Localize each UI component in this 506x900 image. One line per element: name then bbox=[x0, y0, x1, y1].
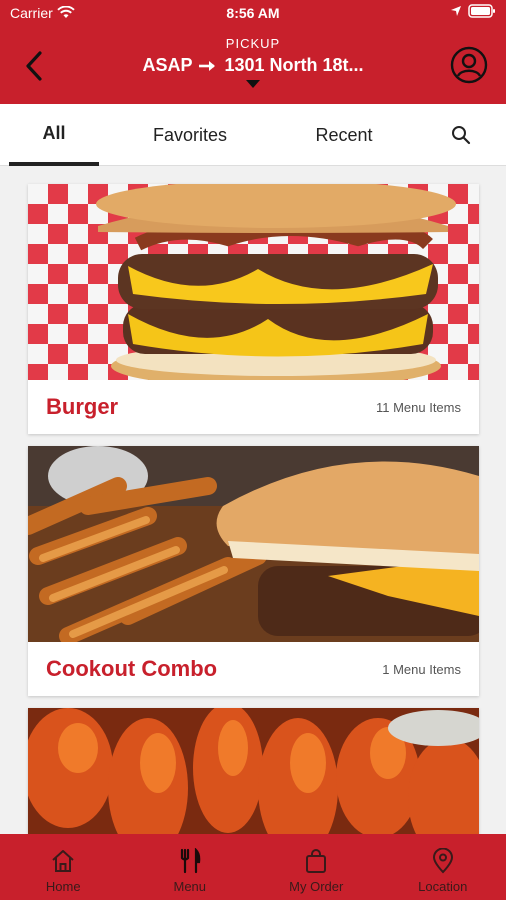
app-root: Carrier 8:56 AM PICKUP ASAP 1301 North 1… bbox=[0, 0, 506, 900]
battery-icon bbox=[468, 4, 495, 18]
nav-menu-label: Menu bbox=[173, 879, 207, 894]
chevron-left-icon bbox=[26, 51, 42, 81]
burger-image bbox=[28, 184, 479, 380]
bottom-navigation: Home Menu My Order Location bbox=[0, 834, 506, 900]
pickup-location: 1301 North 18t... bbox=[224, 55, 364, 75]
category-title: Cookout Combo bbox=[46, 656, 218, 681]
nav-my-order-label: My Order bbox=[289, 879, 344, 894]
cookout-combo-image bbox=[28, 446, 479, 642]
category-title: Burger bbox=[46, 394, 119, 419]
nav-location[interactable]: Location bbox=[380, 834, 506, 900]
card-meta: Burger 11 Menu Items bbox=[28, 380, 479, 434]
status-bar: Carrier 8:56 AM bbox=[0, 0, 506, 26]
tab-favorites[interactable]: Favorites bbox=[130, 104, 250, 166]
arrow-right-icon bbox=[199, 60, 216, 71]
category-tabs: All Favorites Recent bbox=[0, 104, 506, 166]
menu-item-count: 1 Menu Items bbox=[382, 661, 461, 677]
home-icon bbox=[52, 850, 74, 872]
tab-recent[interactable]: Recent bbox=[286, 104, 402, 166]
fork-knife-icon bbox=[180, 848, 201, 874]
tab-all[interactable]: All bbox=[9, 104, 99, 166]
status-right bbox=[450, 4, 496, 18]
menu-item-count: 11 Menu Items bbox=[375, 399, 461, 415]
search-icon bbox=[452, 126, 471, 145]
pickup-selector[interactable]: PICKUP ASAP 1301 North 18t... bbox=[120, 36, 386, 88]
search-button[interactable] bbox=[440, 104, 482, 166]
card-meta: Cookout Combo 1 Menu Items bbox=[28, 642, 479, 696]
category-list: Burger 11 Menu Items Cookout Combo 1 Men… bbox=[0, 166, 506, 834]
pickup-label: PICKUP bbox=[225, 36, 281, 51]
nav-menu[interactable]: Menu bbox=[127, 834, 254, 900]
category-card-cookout-combo[interactable]: Cookout Combo 1 Menu Items bbox=[28, 446, 479, 696]
app-header: Carrier 8:56 AM PICKUP ASAP 1301 North 1… bbox=[0, 0, 506, 104]
wings-image bbox=[28, 708, 479, 834]
shopping-bag-icon bbox=[306, 849, 327, 873]
nav-home[interactable]: Home bbox=[0, 834, 127, 900]
profile-icon[interactable] bbox=[450, 46, 488, 84]
map-pin-icon bbox=[432, 848, 453, 874]
category-card-wings[interactable] bbox=[28, 708, 479, 834]
nav-my-order[interactable]: My Order bbox=[253, 834, 380, 900]
category-card-burger[interactable]: Burger 11 Menu Items bbox=[28, 184, 479, 434]
pickup-time: ASAP bbox=[142, 55, 193, 75]
pickup-details: ASAP 1301 North 18t... bbox=[120, 55, 386, 76]
location-arrow-icon bbox=[451, 6, 461, 16]
status-time: 8:56 AM bbox=[226, 5, 280, 21]
nav-home-label: Home bbox=[45, 879, 81, 894]
caret-down-icon bbox=[246, 80, 260, 88]
back-button[interactable] bbox=[16, 44, 52, 88]
nav-location-label: Location bbox=[418, 879, 468, 894]
